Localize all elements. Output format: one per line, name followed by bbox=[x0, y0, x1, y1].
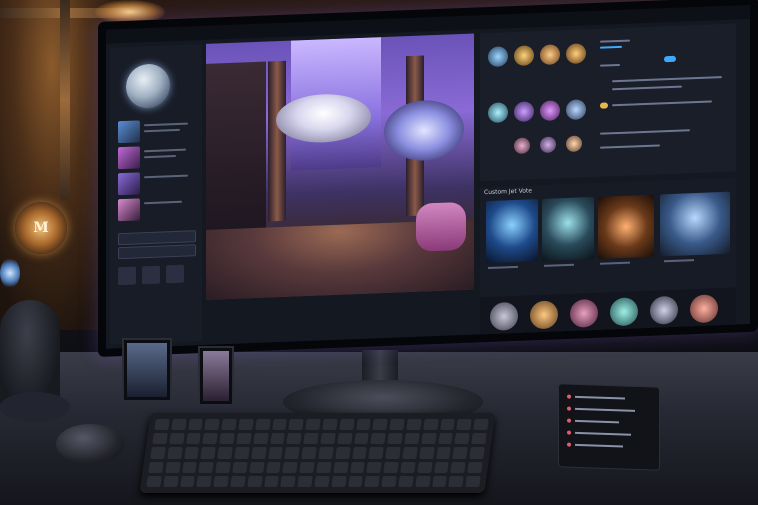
main-viewport-image[interactable] bbox=[206, 33, 474, 300]
viewport-seat bbox=[416, 201, 466, 252]
moon-image[interactable] bbox=[126, 63, 170, 109]
photo-frame-image bbox=[127, 343, 167, 397]
speaker-base bbox=[0, 392, 70, 422]
text-line bbox=[600, 63, 620, 67]
text-line bbox=[612, 76, 722, 83]
thumbnail[interactable] bbox=[118, 198, 140, 222]
notification-row bbox=[567, 442, 623, 449]
gallery-image[interactable] bbox=[542, 196, 594, 261]
text-line bbox=[144, 200, 182, 205]
desk-lamp-light bbox=[0, 258, 20, 288]
text-line bbox=[600, 144, 660, 149]
left-panel bbox=[110, 44, 202, 345]
gallery-title: Custom Jet Vote bbox=[484, 187, 532, 197]
panel-button[interactable] bbox=[118, 244, 196, 260]
gallery-icon[interactable] bbox=[690, 294, 718, 324]
gallery-image[interactable] bbox=[598, 194, 654, 259]
photo-frame-image bbox=[203, 351, 229, 401]
notification-row bbox=[567, 394, 625, 401]
gallery-image[interactable] bbox=[486, 199, 538, 264]
text-line bbox=[144, 174, 188, 179]
orb-thumbnail[interactable] bbox=[514, 45, 534, 67]
notification-row bbox=[567, 418, 619, 425]
orb-thumbnail[interactable] bbox=[540, 136, 556, 154]
mini-icon[interactable] bbox=[166, 264, 184, 284]
thumbnail[interactable] bbox=[118, 146, 140, 170]
text-line bbox=[612, 85, 682, 91]
caption-line bbox=[600, 261, 630, 265]
gallery-icon[interactable] bbox=[610, 297, 638, 327]
text-line bbox=[600, 129, 690, 135]
panel-button[interactable] bbox=[118, 230, 196, 246]
thumbnail[interactable] bbox=[118, 172, 140, 196]
toggle-switch[interactable] bbox=[600, 102, 608, 109]
text-line bbox=[612, 100, 712, 107]
workspace-scene: M Custom Jet Vote bbox=[0, 0, 758, 505]
right-top-panel bbox=[480, 23, 736, 182]
orb-thumbnail[interactable] bbox=[514, 137, 530, 155]
text-line bbox=[144, 128, 180, 133]
orb-thumbnail[interactable] bbox=[540, 100, 560, 122]
text-line bbox=[144, 155, 176, 159]
gallery-panel: Custom Jet Vote bbox=[480, 177, 736, 338]
notification-row bbox=[567, 430, 631, 437]
orb-thumbnail[interactable] bbox=[488, 46, 508, 68]
notification-row bbox=[567, 406, 635, 413]
viewport-orb bbox=[384, 98, 464, 163]
viewport-column bbox=[268, 60, 286, 222]
text-line bbox=[144, 122, 188, 127]
orb-thumbnail[interactable] bbox=[566, 43, 586, 65]
medallion-letter: M bbox=[33, 220, 49, 236]
orb-thumbnail[interactable] bbox=[540, 44, 560, 66]
gallery-image[interactable] bbox=[660, 191, 730, 257]
gallery-icon[interactable] bbox=[650, 295, 678, 325]
photo-frame bbox=[122, 338, 172, 402]
monitor: Custom Jet Vote bbox=[98, 0, 758, 358]
orb-thumbnail[interactable] bbox=[514, 101, 534, 123]
orb-thumbnail[interactable] bbox=[488, 102, 508, 124]
mini-icon[interactable] bbox=[142, 265, 160, 285]
gallery-icon[interactable] bbox=[530, 300, 558, 330]
gallery-icon[interactable] bbox=[490, 301, 518, 331]
gallery-icon-row bbox=[480, 287, 736, 338]
phone-notification bbox=[558, 383, 660, 471]
caption-line bbox=[544, 263, 574, 267]
keyboard-keys bbox=[146, 419, 489, 487]
caption-line bbox=[664, 259, 694, 263]
wall-pipe bbox=[60, 0, 70, 200]
orb-thumbnail[interactable] bbox=[566, 99, 586, 121]
text-line bbox=[144, 148, 186, 153]
wall-medallion: M bbox=[15, 202, 67, 254]
monitor-screen: Custom Jet Vote bbox=[106, 4, 750, 349]
text-line bbox=[600, 45, 622, 49]
viewport-structure bbox=[206, 61, 266, 234]
orb-thumbnail[interactable] bbox=[566, 135, 582, 153]
mouse[interactable] bbox=[56, 424, 124, 464]
thumbnail[interactable] bbox=[118, 120, 140, 144]
caption-line bbox=[488, 265, 518, 270]
toggle-switch[interactable] bbox=[664, 55, 676, 63]
photo-frame bbox=[198, 346, 234, 406]
gallery-icon[interactable] bbox=[570, 298, 598, 328]
text-line bbox=[600, 39, 630, 43]
mini-icon[interactable] bbox=[118, 266, 136, 286]
keyboard[interactable] bbox=[139, 413, 496, 493]
